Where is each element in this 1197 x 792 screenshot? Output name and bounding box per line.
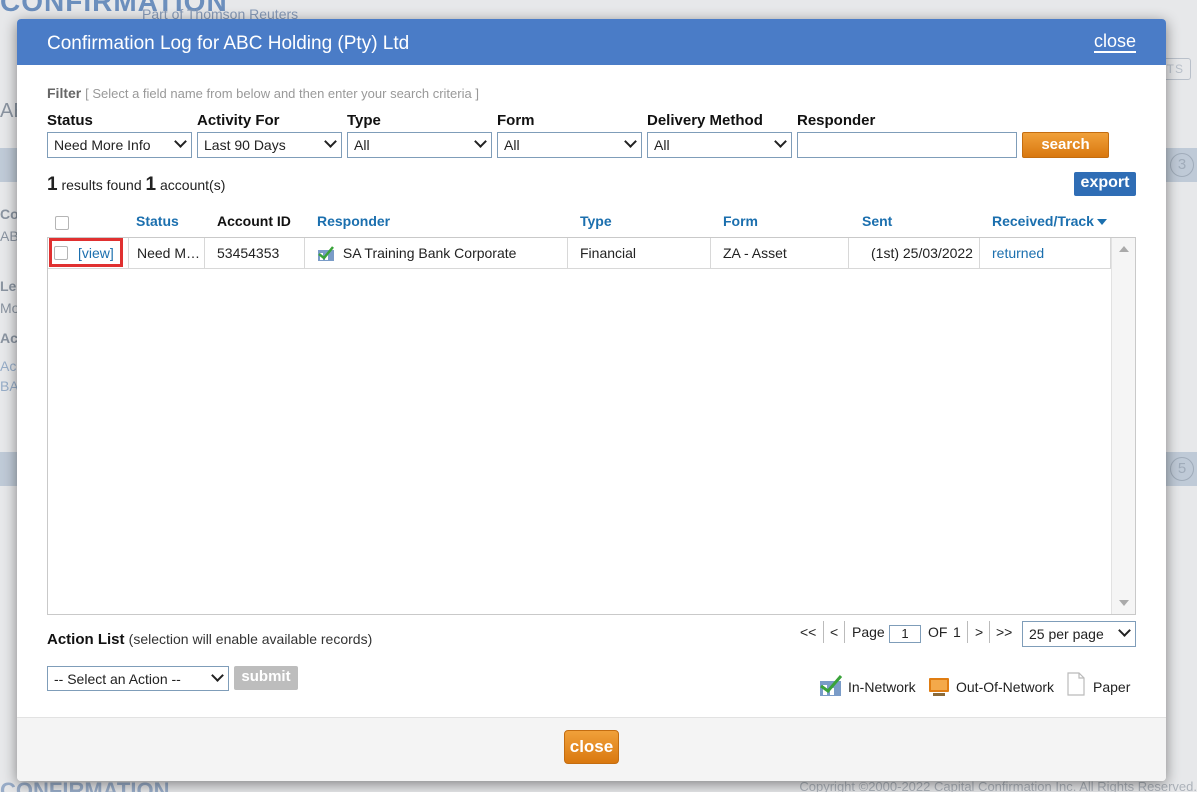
accounts-text: account(s) <box>160 177 226 193</box>
delivery-method-select-value: All <box>654 137 670 153</box>
type-select-value: All <box>354 137 370 153</box>
responder-input[interactable] <box>797 132 1017 158</box>
dialog-title: Confirmation Log for ABC Holding (Pty) L… <box>47 33 410 54</box>
select-all-checkbox[interactable] <box>55 216 69 230</box>
activity-label: Activity For <box>197 112 280 129</box>
type-select[interactable]: All <box>347 132 492 158</box>
legend-paper: Paper <box>1093 679 1131 695</box>
in-network-icon <box>820 675 843 696</box>
column-header-status[interactable]: Status <box>136 213 179 229</box>
chevron-down-icon <box>324 135 337 148</box>
chevron-down-icon <box>1118 624 1131 637</box>
form-label: Form <box>497 112 535 129</box>
search-button[interactable]: search <box>1022 132 1109 158</box>
results-summary: 1 results found 1 account(s) <box>47 174 225 196</box>
filter-hint: [ Select a field name from below and the… <box>85 86 479 101</box>
table-row[interactable]: [view] Need M… 53454353 SA Training Bank… <box>48 238 1111 269</box>
filter-instructions: Filter [ Select a field name from below … <box>47 85 479 101</box>
returned-link[interactable]: returned <box>992 245 1044 261</box>
activity-select[interactable]: Last 90 Days <box>197 132 342 158</box>
responder-name: SA Training Bank Corporate <box>342 245 517 261</box>
received-track-label: Received/Track <box>992 213 1094 229</box>
header-close-button[interactable]: close <box>1093 31 1136 53</box>
results-grid: [view] Need M… 53454353 SA Training Bank… <box>47 237 1136 615</box>
footer-close-button[interactable]: close <box>564 730 619 764</box>
per-page-value: 25 per page <box>1029 626 1104 642</box>
action-select[interactable]: -- Select an Action -- <box>47 666 229 691</box>
chevron-down-icon <box>211 669 224 682</box>
results-count: 1 <box>47 174 58 195</box>
activity-select-value: Last 90 Days <box>204 137 286 153</box>
scroll-down-icon[interactable] <box>1119 600 1129 606</box>
results-text: results found <box>61 177 142 193</box>
chevron-down-icon <box>474 135 487 148</box>
column-header-responder[interactable]: Responder <box>317 213 390 229</box>
column-header-type[interactable]: Type <box>580 213 612 229</box>
action-list-label: Action List (selection will enable avail… <box>47 631 372 648</box>
in-network-icon <box>318 246 334 262</box>
dialog-footer: close <box>17 717 1166 781</box>
responder-label: Responder <box>797 112 876 129</box>
first-page-button[interactable]: << <box>800 624 816 640</box>
action-list-hint: (selection will enable available records… <box>128 631 373 647</box>
highlight-box <box>49 238 123 267</box>
form-select-value: All <box>504 137 520 153</box>
action-list-title: Action List <box>47 631 125 648</box>
responder-cell: SA Training Bank Corporate <box>305 238 568 269</box>
form-cell: ZA - Asset <box>711 238 849 269</box>
received-cell: returned <box>980 238 1111 269</box>
form-select[interactable]: All <box>497 132 642 158</box>
grid-scrollbar[interactable] <box>1111 238 1135 614</box>
action-select-value: -- Select an Action -- <box>54 671 181 687</box>
paper-icon <box>1067 672 1085 696</box>
column-header-received-track[interactable]: Received/Track <box>992 213 1107 229</box>
column-header-form[interactable]: Form <box>723 213 758 229</box>
type-cell: Financial <box>568 238 711 269</box>
legend-out-of-network: Out-Of-Network <box>956 679 1055 695</box>
dialog-header: Confirmation Log for ABC Holding (Pty) L… <box>17 19 1166 65</box>
chevron-down-icon <box>174 135 187 148</box>
per-page-select[interactable]: 25 per page <box>1022 621 1136 647</box>
page-number-input[interactable]: 1 <box>889 625 921 643</box>
column-header-sent[interactable]: Sent <box>862 213 892 229</box>
next-page-button[interactable]: > <box>975 624 983 640</box>
account-id-cell: 53454353 <box>205 238 305 269</box>
pager-divider <box>989 621 990 643</box>
pager-divider <box>967 621 968 643</box>
out-of-network-icon <box>929 678 949 696</box>
submit-button[interactable]: submit <box>234 666 298 690</box>
last-page-button[interactable]: >> <box>996 624 1012 640</box>
sent-cell: (1st) 25/03/2022 <box>849 238 980 269</box>
status-select[interactable]: Need More Info <box>47 132 192 158</box>
pager-divider <box>844 621 845 643</box>
of-label: OF <box>928 624 948 640</box>
column-header-account-id[interactable]: Account ID <box>217 213 291 229</box>
delivery-method-select[interactable]: All <box>647 132 792 158</box>
legend-in-network: In-Network <box>848 679 916 695</box>
page-label: Page <box>852 624 885 640</box>
filter-label: Filter <box>47 85 82 101</box>
chevron-down-icon <box>774 135 787 148</box>
total-pages: 1 <box>953 624 961 640</box>
delivery-method-label: Delivery Method <box>647 112 763 129</box>
confirmation-log-dialog: Confirmation Log for ABC Holding (Pty) L… <box>17 19 1166 781</box>
scroll-up-icon[interactable] <box>1119 246 1129 252</box>
sort-descending-icon <box>1096 219 1107 226</box>
status-label: Status <box>47 112 93 129</box>
accounts-count: 1 <box>145 174 157 195</box>
status-cell: Need M… <box>128 238 205 269</box>
chevron-down-icon <box>624 135 637 148</box>
type-label: Type <box>347 112 381 129</box>
export-button[interactable]: export <box>1074 172 1136 196</box>
prev-page-button[interactable]: < <box>830 624 838 640</box>
pager-divider <box>823 621 824 643</box>
status-select-value: Need More Info <box>54 137 151 153</box>
